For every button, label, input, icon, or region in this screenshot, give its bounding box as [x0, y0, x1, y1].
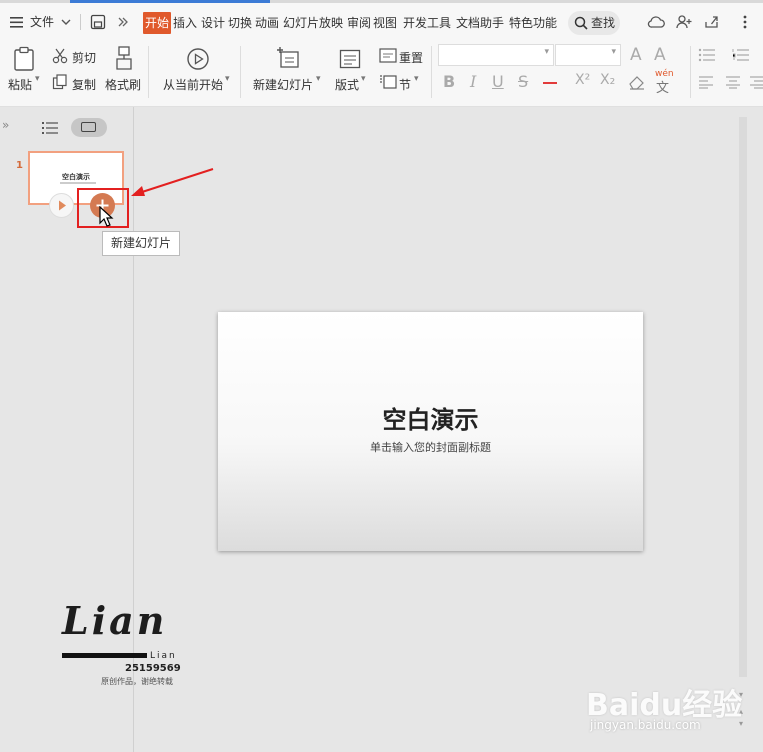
file-menu[interactable]: 文件: [30, 11, 54, 33]
slide-subtitle[interactable]: 单击输入您的封面副标题: [218, 439, 643, 455]
hamburger-icon[interactable]: [10, 11, 24, 33]
play-slide-button[interactable]: [49, 193, 74, 218]
ribbon-toolbar: 粘贴 ▾ 剪切 复制 格式刷 从当前开始 ▾ 新建幻灯片 ▾ 版式 ▾ 重置 节…: [0, 40, 763, 107]
eraser-icon[interactable]: [628, 74, 646, 93]
tooltip: 新建幻灯片: [102, 231, 180, 256]
watermark-note: 原创作品，谢绝转载: [101, 677, 173, 686]
font-size-dropdown-icon[interactable]: ▾: [611, 47, 616, 57]
annotation-arrow: [131, 168, 214, 196]
tab-home[interactable]: 开始: [143, 12, 172, 34]
slide-view-icon: [81, 122, 96, 132]
thumbnail-title: 空白演示: [62, 173, 90, 181]
more-options-icon[interactable]: [740, 11, 750, 33]
decrease-font-button[interactable]: A: [654, 45, 666, 65]
slide-title[interactable]: 空白演示: [218, 400, 643, 435]
format-painter-icon[interactable]: [113, 45, 135, 74]
numbered-list-icon[interactable]: [732, 48, 750, 65]
menu-bar: 文件 开始 插入 设计 切换 动画 幻灯片放映 审阅 视图 开发工具 文档助手 …: [0, 3, 763, 40]
font-color-button[interactable]: [543, 70, 557, 84]
thumbnail-subtitle-line: [60, 182, 96, 184]
mouse-cursor-icon: [99, 206, 114, 227]
reset-button[interactable]: 重置: [399, 49, 423, 66]
align-left-icon[interactable]: [698, 75, 714, 92]
baidu-url-watermark: jingyan.baidu.com: [590, 718, 701, 732]
bold-button[interactable]: B: [443, 72, 455, 91]
from-current-dropdown-icon[interactable]: ▾: [225, 74, 230, 84]
font-size-select[interactable]: ▾: [555, 44, 621, 66]
font-family-dropdown-icon[interactable]: ▾: [544, 47, 549, 57]
cloud-icon[interactable]: [647, 11, 665, 33]
save-icon[interactable]: [90, 11, 106, 33]
watermark-id: 25159569: [125, 663, 181, 674]
tab-view[interactable]: 视图: [373, 12, 397, 34]
align-right-icon[interactable]: [750, 75, 763, 92]
separator: [80, 14, 81, 30]
cut-button[interactable]: 剪切: [72, 49, 96, 66]
chevron-down-icon[interactable]: [61, 11, 71, 33]
paste-icon[interactable]: [12, 46, 36, 75]
play-circle-icon[interactable]: [186, 47, 210, 74]
section-icon[interactable]: [379, 74, 397, 93]
expand-pane-icon[interactable]: »: [2, 118, 9, 132]
tab-insert[interactable]: 插入: [173, 12, 197, 34]
layout-dropdown-icon[interactable]: ▾: [361, 74, 366, 84]
separator: [690, 46, 691, 98]
subscript-button[interactable]: X₂: [600, 72, 615, 88]
search-icon: [574, 15, 588, 34]
tab-developer[interactable]: 开发工具: [403, 12, 451, 34]
align-center-icon[interactable]: [725, 75, 741, 92]
new-slide-button[interactable]: 新建幻灯片: [253, 76, 313, 93]
new-slide-icon[interactable]: [276, 46, 300, 73]
section-dropdown-icon[interactable]: ▾: [414, 74, 419, 84]
increase-font-button[interactable]: A: [630, 45, 642, 65]
separator: [240, 46, 241, 98]
underline-button[interactable]: U: [492, 72, 504, 91]
slide-view-toggle[interactable]: [71, 118, 107, 137]
section-button[interactable]: 节: [399, 76, 411, 93]
italic-button[interactable]: I: [470, 72, 476, 91]
tab-special[interactable]: 特色功能: [509, 12, 557, 34]
format-painter-button[interactable]: 格式刷: [105, 76, 141, 93]
share-icon[interactable]: [703, 11, 721, 33]
search-label: 查找: [591, 16, 616, 30]
tab-doc-assistant[interactable]: 文档助手: [456, 12, 504, 34]
paste-button[interactable]: 粘贴: [8, 76, 32, 93]
pinyin-glyph: 文: [656, 81, 670, 96]
scrollbar-thumb[interactable]: [739, 117, 747, 677]
strikethrough-button[interactable]: S: [518, 72, 528, 91]
user-add-icon[interactable]: [675, 11, 693, 33]
reset-icon[interactable]: [379, 48, 397, 67]
watermark-name: Lian: [150, 651, 177, 661]
superscript-button[interactable]: X²: [575, 72, 590, 88]
outline-view-icon[interactable]: [42, 121, 58, 138]
search-button[interactable]: 查找: [568, 11, 620, 35]
font-family-select[interactable]: ▾: [438, 44, 554, 66]
tab-design[interactable]: 设计: [201, 12, 225, 34]
copy-icon[interactable]: [52, 74, 68, 93]
new-slide-dropdown-icon[interactable]: ▾: [316, 74, 321, 84]
tab-animation[interactable]: 动画: [255, 12, 279, 34]
separator: [148, 46, 149, 98]
tab-review[interactable]: 审阅: [347, 12, 371, 34]
slide-canvas[interactable]: 空白演示 单击输入您的封面副标题: [218, 312, 643, 551]
paste-dropdown-icon[interactable]: ▾: [35, 74, 40, 84]
more-chevron-icon[interactable]: [117, 11, 129, 33]
slide-number: 1: [16, 160, 23, 171]
layout-button[interactable]: 版式: [335, 76, 359, 93]
separator: [431, 46, 432, 98]
signature-watermark: Lian: [62, 598, 168, 643]
vertical-scrollbar[interactable]: ▾ ▴ ▾: [737, 107, 749, 752]
from-current-button[interactable]: 从当前开始: [163, 76, 223, 93]
signature-bar: [62, 653, 147, 658]
play-icon: [59, 200, 66, 211]
bullet-list-icon[interactable]: [698, 48, 716, 65]
layout-icon[interactable]: [339, 48, 361, 73]
copy-button[interactable]: 复制: [72, 76, 96, 93]
tab-transition[interactable]: 切换: [228, 12, 252, 34]
tab-slideshow[interactable]: 幻灯片放映: [283, 12, 343, 34]
scissors-icon[interactable]: [52, 48, 68, 67]
